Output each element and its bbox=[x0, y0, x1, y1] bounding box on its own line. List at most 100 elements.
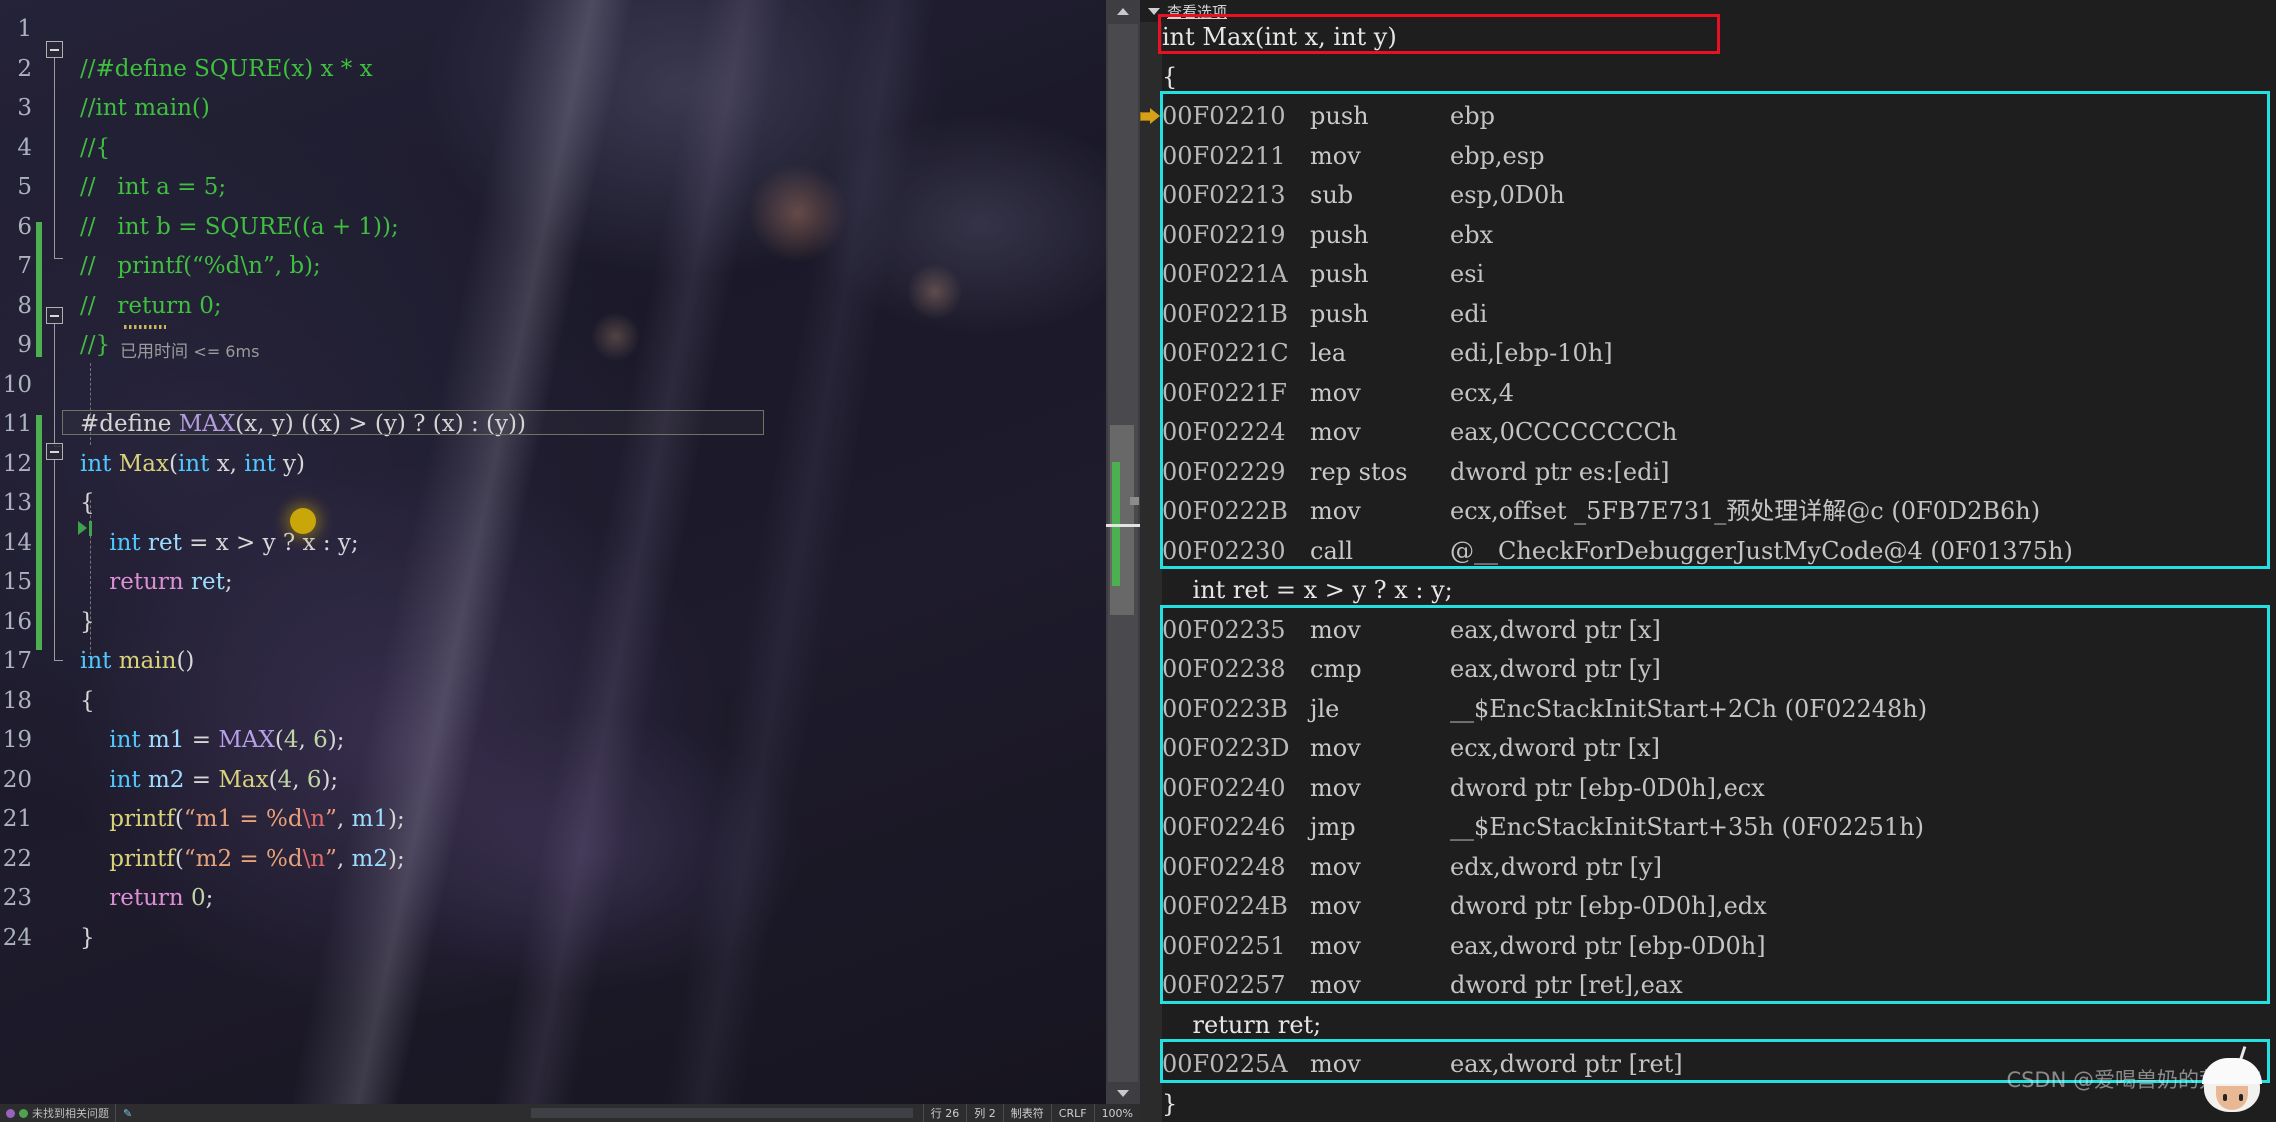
code-line[interactable]: 10 bbox=[0, 366, 1100, 406]
status-column[interactable]: 列 2 bbox=[966, 1104, 1003, 1122]
code-token: main bbox=[118, 648, 177, 674]
code-token: , bbox=[336, 845, 352, 872]
code-token: = bbox=[184, 766, 219, 793]
code-token: //} bbox=[80, 332, 111, 358]
code-line[interactable]: 6 // int b = SQURE((a + 1)); bbox=[0, 208, 1100, 248]
code-token: // int a = 5; bbox=[80, 174, 227, 200]
code-token: { bbox=[80, 687, 95, 714]
status-tabs[interactable]: 制表符 bbox=[1002, 1104, 1051, 1122]
code-token: y) bbox=[283, 450, 305, 477]
code-line[interactable]: 21 printf(“m1 = %d\n”, m1); bbox=[0, 800, 1100, 840]
elapsed-time-hint: 已用时间 <= 6ms bbox=[120, 337, 259, 362]
code-line[interactable]: 23 return 0; bbox=[0, 879, 1100, 919]
status-error-group[interactable]: 未找到相关问题 bbox=[0, 1104, 115, 1122]
status-progress-bar bbox=[531, 1108, 913, 1118]
line-number: 3 bbox=[17, 95, 32, 121]
code-line-text: { bbox=[80, 484, 95, 524]
code-token: x, bbox=[216, 450, 245, 477]
code-lines-container[interactable]: 1 2//#define SQURE(x) x * x 3//int main() 4… bbox=[0, 0, 1140, 1104]
code-token: } bbox=[80, 608, 95, 635]
disassembly-source-line: } bbox=[1162, 1089, 1178, 1118]
code-token: 6 bbox=[313, 727, 328, 753]
code-line-text: //{ bbox=[80, 129, 110, 169]
code-line[interactable]: 15 return ret; bbox=[0, 563, 1100, 603]
code-token: //{ bbox=[80, 134, 111, 161]
code-token: int bbox=[80, 648, 119, 674]
line-number: 5 bbox=[17, 174, 32, 200]
line-number: 9 bbox=[17, 332, 32, 358]
code-line[interactable]: 17 int main() bbox=[0, 642, 1100, 682]
status-line[interactable]: 行 26 bbox=[922, 1104, 967, 1122]
code-token: ; bbox=[205, 885, 214, 911]
scroll-up-arrow-icon[interactable] bbox=[1106, 0, 1140, 22]
code-token: ” bbox=[325, 845, 337, 872]
code-token: ret bbox=[147, 529, 182, 556]
line-number: 19 bbox=[2, 727, 32, 753]
code-line[interactable]: 2 //#define SQURE(x) x * x bbox=[0, 50, 1100, 90]
disassembly-pane: 查看选项 int Max(int x, int y){00F02210 push e… bbox=[1140, 0, 2276, 1122]
code-token: return bbox=[80, 885, 184, 911]
status-source-control[interactable]: ✎ bbox=[115, 1104, 139, 1122]
line-number: 21 bbox=[2, 806, 32, 832]
code-token: \n bbox=[302, 845, 326, 872]
code-token: \n bbox=[302, 806, 326, 832]
code-line[interactable]: 22 printf(“m2 = %d\n”, m2); bbox=[0, 840, 1100, 880]
code-line[interactable]: 16} bbox=[0, 603, 1100, 643]
status-eol[interactable]: CRLF bbox=[1050, 1104, 1094, 1122]
code-line-text: // int a = 5; bbox=[80, 168, 226, 208]
code-line-text: int m1 = MAX(4, 6); bbox=[80, 721, 345, 761]
pencil-icon: ✎ bbox=[123, 1106, 133, 1120]
code-token: ); bbox=[327, 727, 345, 753]
line-number: 8 bbox=[17, 292, 32, 319]
line-number: 10 bbox=[2, 371, 32, 398]
code-token: ” bbox=[325, 806, 337, 832]
code-line[interactable]: 1 bbox=[0, 10, 1100, 50]
code-token: ( bbox=[268, 766, 278, 793]
code-token: Max bbox=[118, 450, 169, 477]
code-line[interactable]: 3 //int main() bbox=[0, 89, 1100, 129]
line-number: 20 bbox=[2, 766, 32, 793]
code-line-text: int Max(int x, int y) bbox=[80, 445, 305, 485]
code-token: // printf(“%d\n”, b); bbox=[80, 253, 321, 279]
code-token: 6 bbox=[306, 766, 322, 793]
code-token: int bbox=[80, 727, 148, 753]
red-highlight-box bbox=[1158, 14, 1720, 54]
code-token: // return 0; bbox=[80, 292, 222, 319]
code-line[interactable]: 8 // return 0; bbox=[0, 287, 1100, 327]
scroll-down-arrow-icon[interactable] bbox=[1106, 1082, 1140, 1104]
code-line[interactable]: 4 //{ bbox=[0, 129, 1100, 169]
current-statement-bar-icon bbox=[89, 521, 92, 536]
code-line[interactable]: 5 // int a = 5; bbox=[0, 168, 1100, 208]
code-line[interactable]: 19 int m1 = MAX(4, 6); bbox=[0, 721, 1100, 761]
line-number: 22 bbox=[2, 845, 32, 872]
code-line[interactable]: 13 { bbox=[0, 484, 1100, 524]
line-number: 4 bbox=[17, 134, 32, 161]
chibi-sticker-icon bbox=[2196, 1046, 2270, 1122]
code-line[interactable]: 18 { bbox=[0, 682, 1100, 722]
code-token: 4 bbox=[283, 727, 299, 753]
code-line-text: printf(“m1 = %d\n”, m1); bbox=[80, 800, 404, 840]
code-token: //int main() bbox=[80, 95, 210, 121]
code-line[interactable]: 7 // printf(“%d\n”, b); bbox=[0, 247, 1100, 287]
line-number: 13 bbox=[2, 490, 32, 516]
line-number: 15 bbox=[2, 569, 32, 595]
code-line[interactable]: 14 int ret = x > y ? x : y; bbox=[0, 524, 1100, 564]
code-line[interactable]: 12 int Max(int x, int y) bbox=[0, 445, 1100, 485]
debug-breakpoint-dot[interactable] bbox=[290, 508, 316, 534]
code-token: //#define SQURE(x) x * x bbox=[80, 55, 373, 82]
code-line[interactable]: 24} bbox=[0, 919, 1100, 959]
code-line[interactable]: 20 int m2 = Max(4, 6); bbox=[0, 761, 1100, 801]
code-token: m2 bbox=[351, 845, 388, 872]
line-number: 12 bbox=[2, 450, 32, 477]
code-token: int bbox=[80, 450, 119, 477]
status-encoding[interactable]: 100% bbox=[1093, 1104, 1140, 1122]
code-line-text: } bbox=[80, 603, 95, 643]
elapsed-time-value: <= 6ms bbox=[193, 342, 260, 361]
scrollbar-annotation-marker bbox=[1130, 497, 1139, 505]
editor-scrollbar[interactable] bbox=[1106, 0, 1140, 1104]
code-token: , bbox=[292, 766, 307, 793]
code-token: , bbox=[298, 727, 314, 753]
code-token: , bbox=[336, 806, 352, 832]
code-token: = bbox=[184, 727, 219, 753]
